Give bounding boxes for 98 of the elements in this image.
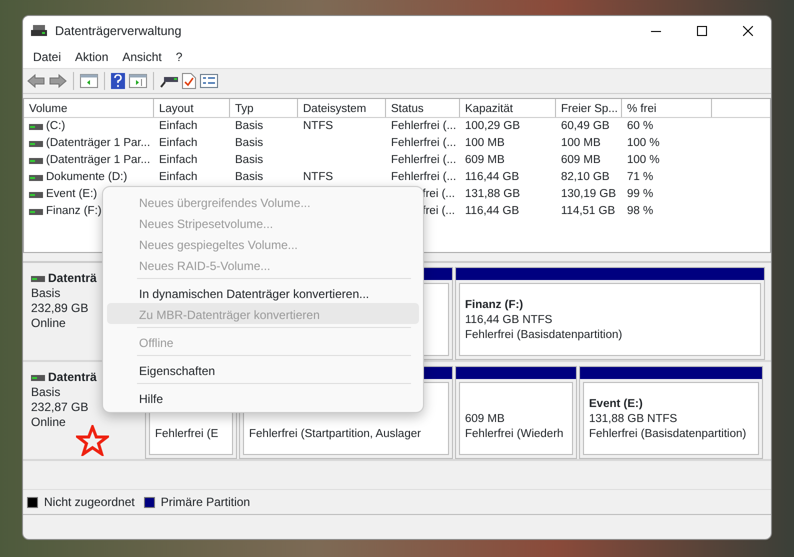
table-cell: frei (... [422,188,455,200]
menu-item[interactable]: Eigenschaften [107,359,419,380]
column-header[interactable]: Dateisystem [298,99,386,117]
back-arrow-icon[interactable] [27,74,45,88]
table-cell: 100 MB [465,136,505,149]
drive-icon [29,140,43,146]
menu-item[interactable]: Ansicht [116,46,168,68]
drive-icon [29,208,43,214]
partition-status: Fehlerfrei (Startpartition, Auslager [249,427,422,442]
column-header[interactable]: Status [386,99,460,117]
disk-status: Online [31,415,67,430]
drive-search-icon[interactable] [160,74,178,88]
menu-item[interactable]: Aktion [69,46,114,68]
table-cell: 71 % [627,170,654,183]
disk-name: Datenträ [48,370,97,385]
table-cell-text: Finanz (F:) [46,204,102,219]
table-cell: 60,49 GB [561,120,610,132]
window-title: Datenträgerverwaltung [55,22,182,40]
table-cell: 131,88 GB [465,188,520,200]
table-cell: Basis [235,154,264,166]
table-cell: Basis [235,170,264,183]
forward-arrow-icon[interactable] [49,74,67,88]
partition-name: Event (E:) [589,397,644,412]
legend-label: Primäre Partition [160,494,250,511]
table-cell: Einfach [159,170,198,183]
table-cell: Fehlerfrei (... [391,154,456,166]
table-cell: NTFS [303,120,334,132]
column-header[interactable]: Typ [230,99,298,117]
drive-icon [29,124,43,130]
panel-icon[interactable] [80,74,98,88]
table-cell: Fehlerfrei (... [391,170,456,183]
close-icon [743,26,753,36]
column-header[interactable]: Freier Sp... [556,99,622,117]
table-cell: 100 MB [561,136,601,149]
table-cell: Einfach [159,136,198,149]
table-cell-text: Event (E:) [46,186,98,202]
partition-name: Finanz (F:) [465,298,524,313]
table-cell: 609 MB [561,154,601,166]
table-cell-text: (C:) [46,118,66,134]
drive-icon [31,374,45,380]
disk-type: Basis [31,286,62,301]
menu-item[interactable]: ? [170,46,188,68]
table-cell: 60 % [627,120,654,132]
column-header[interactable]: Kapazität [460,99,556,117]
table-cell: 100 % [627,154,660,166]
drive-icon [31,276,45,282]
disk-size: 232,89 GB [31,301,90,316]
partition-box[interactable]: Finanz (F:) 116,44 GB NTFS Fehlerfrei (Basisdatenpartition) [459,283,761,356]
drive-icon [29,192,43,198]
table-cell: Fehlerfrei (... [391,136,456,149]
table-cell: Basis [235,120,264,132]
disk-status: Online [31,316,67,331]
table-cell: Einfach [159,154,198,166]
table-cell-text: Dokumente (D:) [46,170,128,185]
menu-item[interactable]: Datei [27,46,68,68]
table-cell: 100 % [627,136,660,149]
drive-icon [31,24,47,38]
partition-status: Fehlerfrei (Basisdatenpartition) [589,427,748,442]
column-header[interactable]: Layout [154,99,230,117]
minimize-icon [651,30,661,32]
column-header[interactable]: % frei [622,99,712,117]
disk-type: Basis [31,385,62,400]
checklist-icon[interactable] [200,74,218,88]
table-cell: 609 MB [465,154,505,166]
partition-size: 116,44 GB NTFS [465,313,554,328]
disk-size: 232,87 GB [31,400,90,415]
partition-status: Fehlerfrei (E [155,427,220,442]
maximize-icon [697,26,707,36]
table-cell: 100,29 GB [465,120,520,132]
table-cell-text: (Datenträger 1 Par... [46,152,150,168]
partition-box[interactable]: 609 MB Fehlerfrei (Wiederh [459,382,573,455]
table-cell: 116,44 GB [465,204,520,217]
panel-icon[interactable] [129,74,147,88]
drive-icon [29,174,43,180]
table-cell: 98 % [627,204,654,217]
menu-item[interactable]: In dynamischen Datenträger konvertieren... [107,282,419,303]
column-header[interactable]: Volume [24,99,154,117]
table-cell: 82,10 GB [561,170,610,183]
table-cell: 130,19 GB [561,188,616,200]
table-cell: 116,44 GB [465,170,520,183]
partition-size: 609 MB [465,412,506,427]
table-cell: NTFS [303,170,334,183]
partition-status: Fehlerfrei (Wiederh [465,427,564,442]
help-icon[interactable] [111,73,125,89]
table-cell-text: (Datenträger 1 Par... [46,136,150,151]
table-cell: 99 % [627,188,654,200]
legend-label: Nicht zugeordnet [44,494,135,511]
partition-size: 131,88 GB NTFS [589,412,678,427]
checked-document-icon[interactable] [182,73,196,89]
disk-name: Datenträ [48,271,97,286]
table-cell: Einfach [159,120,198,132]
drive-icon [29,158,43,164]
star-icon [76,425,109,456]
partition-status: Fehlerfrei (Basisdatenpartition) [465,328,624,343]
table-cell: Basis [235,136,264,149]
table-cell: Fehlerfrei (... [391,120,456,132]
partition-box[interactable]: Event (E:) 131,88 GB NTFS Fehlerfrei (Basisdatenpartition) [583,382,759,455]
table-cell: 114,51 GB [561,204,616,217]
